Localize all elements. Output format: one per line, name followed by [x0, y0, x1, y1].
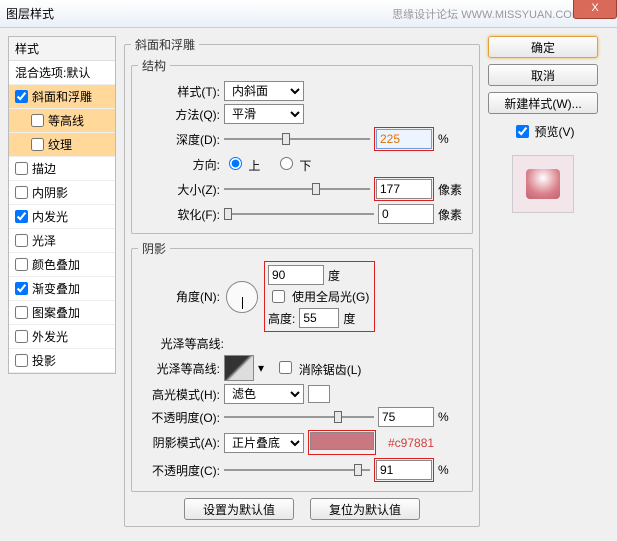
technique-select[interactable]: 平滑	[224, 104, 304, 124]
gloss-contour-picker[interactable]	[224, 355, 254, 381]
preview-label: 预览(V)	[535, 123, 575, 140]
close-button[interactable]: X	[573, 0, 617, 19]
depth-slider[interactable]	[224, 130, 370, 148]
highlight-opacity-input[interactable]	[378, 407, 434, 427]
highlight-opacity-slider[interactable]	[224, 408, 374, 426]
style-item-checkbox[interactable]	[31, 114, 44, 127]
style-item[interactable]: 斜面和浮雕	[9, 85, 115, 109]
style-item[interactable]: 纹理	[9, 133, 115, 157]
technique-label: 方法(Q):	[138, 106, 220, 123]
style-item[interactable]: 内阴影	[9, 181, 115, 205]
style-label: 样式(T):	[138, 83, 220, 100]
watermark: 思缘设计论坛 WWW.MISSYUAN.COM	[392, 6, 581, 22]
style-item-checkbox[interactable]	[15, 258, 28, 271]
angle-label: 角度(N):	[138, 288, 220, 305]
style-item[interactable]: 颜色叠加	[9, 253, 115, 277]
hex-annotation: #c97881	[388, 436, 434, 450]
style-item[interactable]: 光泽	[9, 229, 115, 253]
shadow-opacity-slider[interactable]	[224, 461, 370, 479]
shadow-opacity-input[interactable]	[376, 460, 432, 480]
blending-options-row[interactable]: 混合选项:默认	[9, 61, 115, 85]
style-item-checkbox[interactable]	[31, 138, 44, 151]
direction-label: 方向:	[138, 156, 220, 173]
panel-title: 斜面和浮雕	[131, 36, 199, 53]
style-select[interactable]: 内斜面	[224, 81, 304, 101]
size-input[interactable]	[376, 179, 432, 199]
ok-button[interactable]: 确定	[488, 36, 598, 58]
altitude-label: 高度:	[268, 310, 295, 327]
style-list-header: 样式	[9, 37, 115, 61]
reset-default-button[interactable]: 复位为默认值	[310, 498, 420, 520]
style-item[interactable]: 投影	[9, 349, 115, 373]
window-title: 图层样式	[6, 5, 392, 22]
direction-down[interactable]: 下	[275, 154, 311, 174]
titlebar: 图层样式 思缘设计论坛 WWW.MISSYUAN.COM X	[0, 0, 617, 28]
preview-checkbox[interactable]	[516, 125, 529, 138]
new-style-button[interactable]: 新建样式(W)...	[488, 92, 598, 114]
gloss-label: 光泽等高线:	[142, 335, 224, 352]
style-list: 样式 混合选项:默认 斜面和浮雕 等高线 纹理 描边 内阴影 内发光 光泽 颜色…	[8, 36, 116, 374]
style-item-checkbox[interactable]	[15, 90, 28, 103]
gloss-contour-label: 光泽等高线:	[138, 360, 220, 377]
angle-dial[interactable]	[226, 281, 258, 313]
direction-up[interactable]: 上	[224, 154, 260, 174]
preview-thumbnail	[512, 155, 574, 213]
cancel-button[interactable]: 取消	[488, 64, 598, 86]
size-slider[interactable]	[224, 180, 370, 198]
style-item[interactable]: 等高线	[9, 109, 115, 133]
antialias-checkbox[interactable]: 消除锯齿(L)	[275, 358, 361, 378]
size-label: 大小(Z):	[138, 181, 220, 198]
chevron-down-icon[interactable]: ▾	[258, 361, 264, 375]
style-item-checkbox[interactable]	[15, 282, 28, 295]
style-item[interactable]: 外发光	[9, 325, 115, 349]
depth-label: 深度(D):	[138, 131, 220, 148]
style-item-checkbox[interactable]	[15, 186, 28, 199]
bevel-panel: 斜面和浮雕 结构 样式(T): 内斜面 方法(Q): 平滑 深度(D): %	[124, 36, 480, 527]
shadow-color-swatch[interactable]	[310, 432, 374, 450]
highlight-mode-select[interactable]: 滤色	[224, 384, 304, 404]
angle-input[interactable]	[268, 265, 324, 285]
depth-input[interactable]	[376, 129, 432, 149]
global-light-checkbox[interactable]: 使用全局光(G)	[268, 287, 371, 306]
style-item-checkbox[interactable]	[15, 234, 28, 247]
altitude-input[interactable]	[299, 308, 339, 328]
style-item-checkbox[interactable]	[15, 210, 28, 223]
shadow-opacity-label: 不透明度(C):	[138, 462, 220, 479]
make-default-button[interactable]: 设置为默认值	[184, 498, 294, 520]
soften-slider[interactable]	[224, 205, 374, 223]
highlight-opacity-label: 不透明度(O):	[138, 409, 220, 426]
style-item[interactable]: 描边	[9, 157, 115, 181]
soften-input[interactable]	[378, 204, 434, 224]
style-item[interactable]: 渐变叠加	[9, 277, 115, 301]
style-item-checkbox[interactable]	[15, 162, 28, 175]
shadow-mode-label: 阴影模式(A):	[138, 434, 220, 451]
shadow-mode-select[interactable]: 正片叠底	[224, 433, 304, 453]
highlight-mode-label: 高光模式(H):	[138, 386, 220, 403]
style-item-checkbox[interactable]	[15, 330, 28, 343]
shading-group: 阴影 角度(N): 度 使用全局光(G) 高度: 度	[131, 240, 473, 492]
highlight-color-swatch[interactable]	[308, 385, 330, 403]
style-item[interactable]: 内发光	[9, 205, 115, 229]
style-item-checkbox[interactable]	[15, 306, 28, 319]
style-item-checkbox[interactable]	[15, 354, 28, 367]
structure-group: 结构 样式(T): 内斜面 方法(Q): 平滑 深度(D): % 方向:	[131, 57, 473, 234]
style-item[interactable]: 图案叠加	[9, 301, 115, 325]
soften-label: 软化(F):	[138, 206, 220, 223]
